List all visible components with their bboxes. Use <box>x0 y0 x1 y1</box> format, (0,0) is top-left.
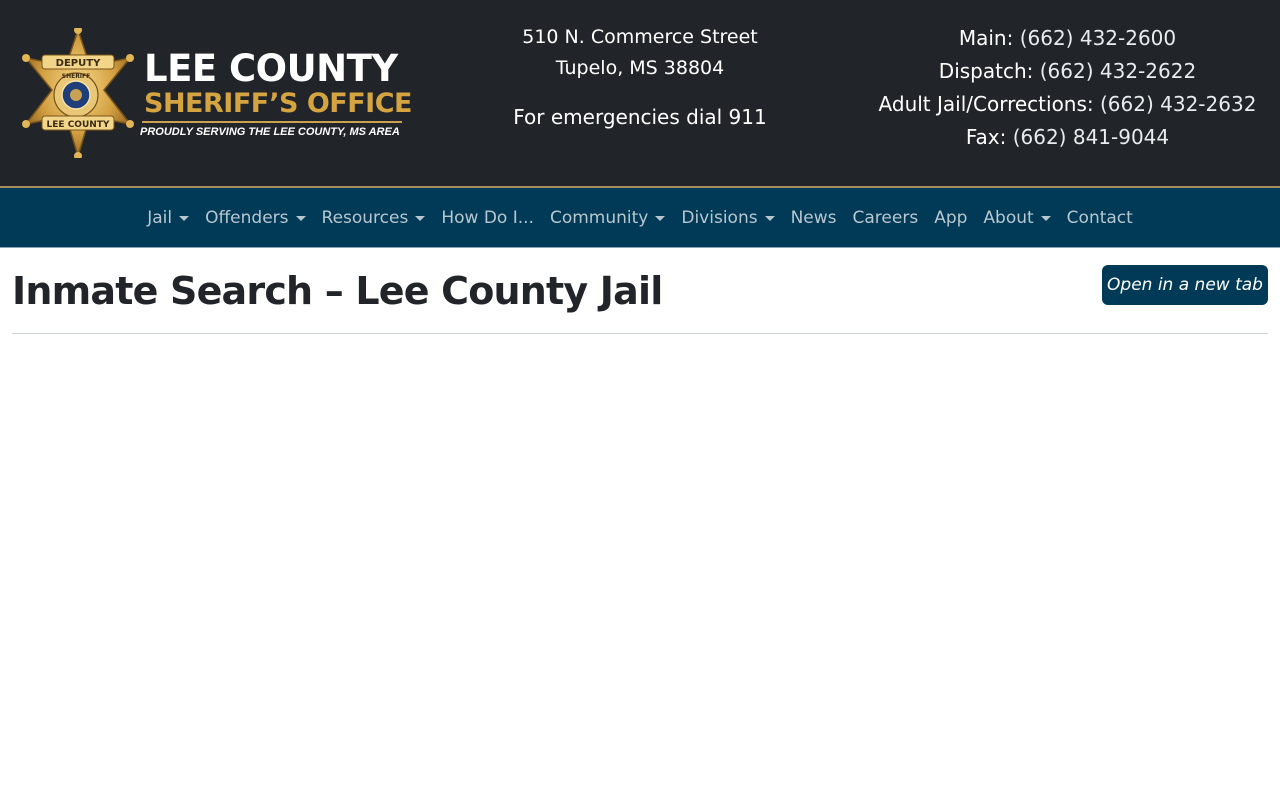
badge-top-text: DEPUTY <box>56 58 101 69</box>
badge-bottom-text: LEE COUNTY <box>47 120 110 130</box>
contact-dispatch: Dispatch: (662) 432-2622 <box>855 55 1280 88</box>
logo-subtitle: SHERIFF’S OFFICE <box>144 88 412 119</box>
logo-title: LEE COUNTY <box>144 47 398 90</box>
inmate-search-frame[interactable] <box>12 340 1268 800</box>
nav-label: App <box>934 208 968 228</box>
caret-down-icon <box>764 215 775 221</box>
nav-label: About <box>983 208 1034 228</box>
nav-label: News <box>790 208 837 228</box>
phone-link-main[interactable]: (662) 432-2600 <box>1020 26 1176 50</box>
caret-down-icon <box>415 215 426 221</box>
contact-fax: Fax: (662) 841-9044 <box>855 121 1280 154</box>
contact-label: Adult Jail/Corrections: <box>878 92 1094 116</box>
title-divider <box>12 333 1268 334</box>
nav-item-how-do-i[interactable]: How Do I... <box>433 208 542 228</box>
contact-main: Main: (662) 432-2600 <box>855 22 1280 55</box>
site-logo[interactable]: DEPUTY SHERIFF LEE COUNTY LEE COUNTY SHE… <box>18 28 412 160</box>
address-block: 510 N. Commerce Street Tupelo, MS 38804 … <box>490 22 790 133</box>
sheriff-badge-icon: DEPUTY SHERIFF LEE COUNTY <box>22 28 134 158</box>
address-street: 510 N. Commerce Street <box>522 26 758 48</box>
nav-item-divisions[interactable]: Divisions <box>673 208 782 228</box>
logo-divider <box>142 121 402 123</box>
logo-tagline: PROUDLY SERVING THE LEE COUNTY, MS AREA <box>140 126 400 138</box>
nav-item-contact[interactable]: Contact <box>1059 208 1141 228</box>
nav-item-news[interactable]: News <box>783 208 845 228</box>
phone-link-dispatch[interactable]: (662) 432-2622 <box>1040 59 1196 83</box>
caret-down-icon <box>179 215 190 221</box>
nav-label: Offenders <box>205 208 289 228</box>
nav-label: Community <box>549 208 649 228</box>
emergency-notice: For emergencies dial 911 <box>513 105 767 129</box>
nav-item-community[interactable]: Community <box>542 208 673 228</box>
nav-label: Contact <box>1066 208 1133 228</box>
nav-label: Divisions <box>681 208 758 228</box>
contact-jail: Adult Jail/Corrections: (662) 432-2632 <box>855 88 1280 121</box>
caret-down-icon <box>295 215 306 221</box>
nav-item-app[interactable]: App <box>926 208 975 228</box>
page-title: Inmate Search – Lee County Jail <box>12 269 663 313</box>
nav-item-offenders[interactable]: Offenders <box>197 208 313 228</box>
nav-item-careers[interactable]: Careers <box>845 208 927 228</box>
main-navbar: Jail Offenders Resources How Do I... Com… <box>0 186 1280 248</box>
nav-item-resources[interactable]: Resources <box>314 208 434 228</box>
nav-item-about[interactable]: About <box>975 208 1058 228</box>
contact-label: Fax: <box>965 125 1007 149</box>
nav-menu: Jail Offenders Resources How Do I... Com… <box>0 188 1280 248</box>
contact-label: Dispatch: <box>938 59 1034 83</box>
site-header: DEPUTY SHERIFF LEE COUNTY LEE COUNTY SHE… <box>0 0 1280 186</box>
contact-label: Main: <box>958 26 1014 50</box>
phone-link-jail[interactable]: (662) 432-2632 <box>1100 92 1256 116</box>
open-in-new-tab-button[interactable]: Open in a new tab <box>1102 265 1268 305</box>
nav-label: Careers <box>852 208 919 228</box>
address-city: Tupelo, MS 38804 <box>555 57 725 79</box>
fax-number[interactable]: (662) 841-9044 <box>1013 125 1169 149</box>
caret-down-icon <box>655 215 666 221</box>
badge-ring-text: SHERIFF <box>62 73 91 80</box>
nav-item-jail[interactable]: Jail <box>139 208 197 228</box>
caret-down-icon <box>1040 215 1051 221</box>
contact-numbers: Main: (662) 432-2600 Dispatch: (662) 432… <box>855 22 1280 154</box>
nav-label: Resources <box>321 208 409 228</box>
nav-label: How Do I... <box>441 208 534 228</box>
nav-label: Jail <box>147 208 173 228</box>
